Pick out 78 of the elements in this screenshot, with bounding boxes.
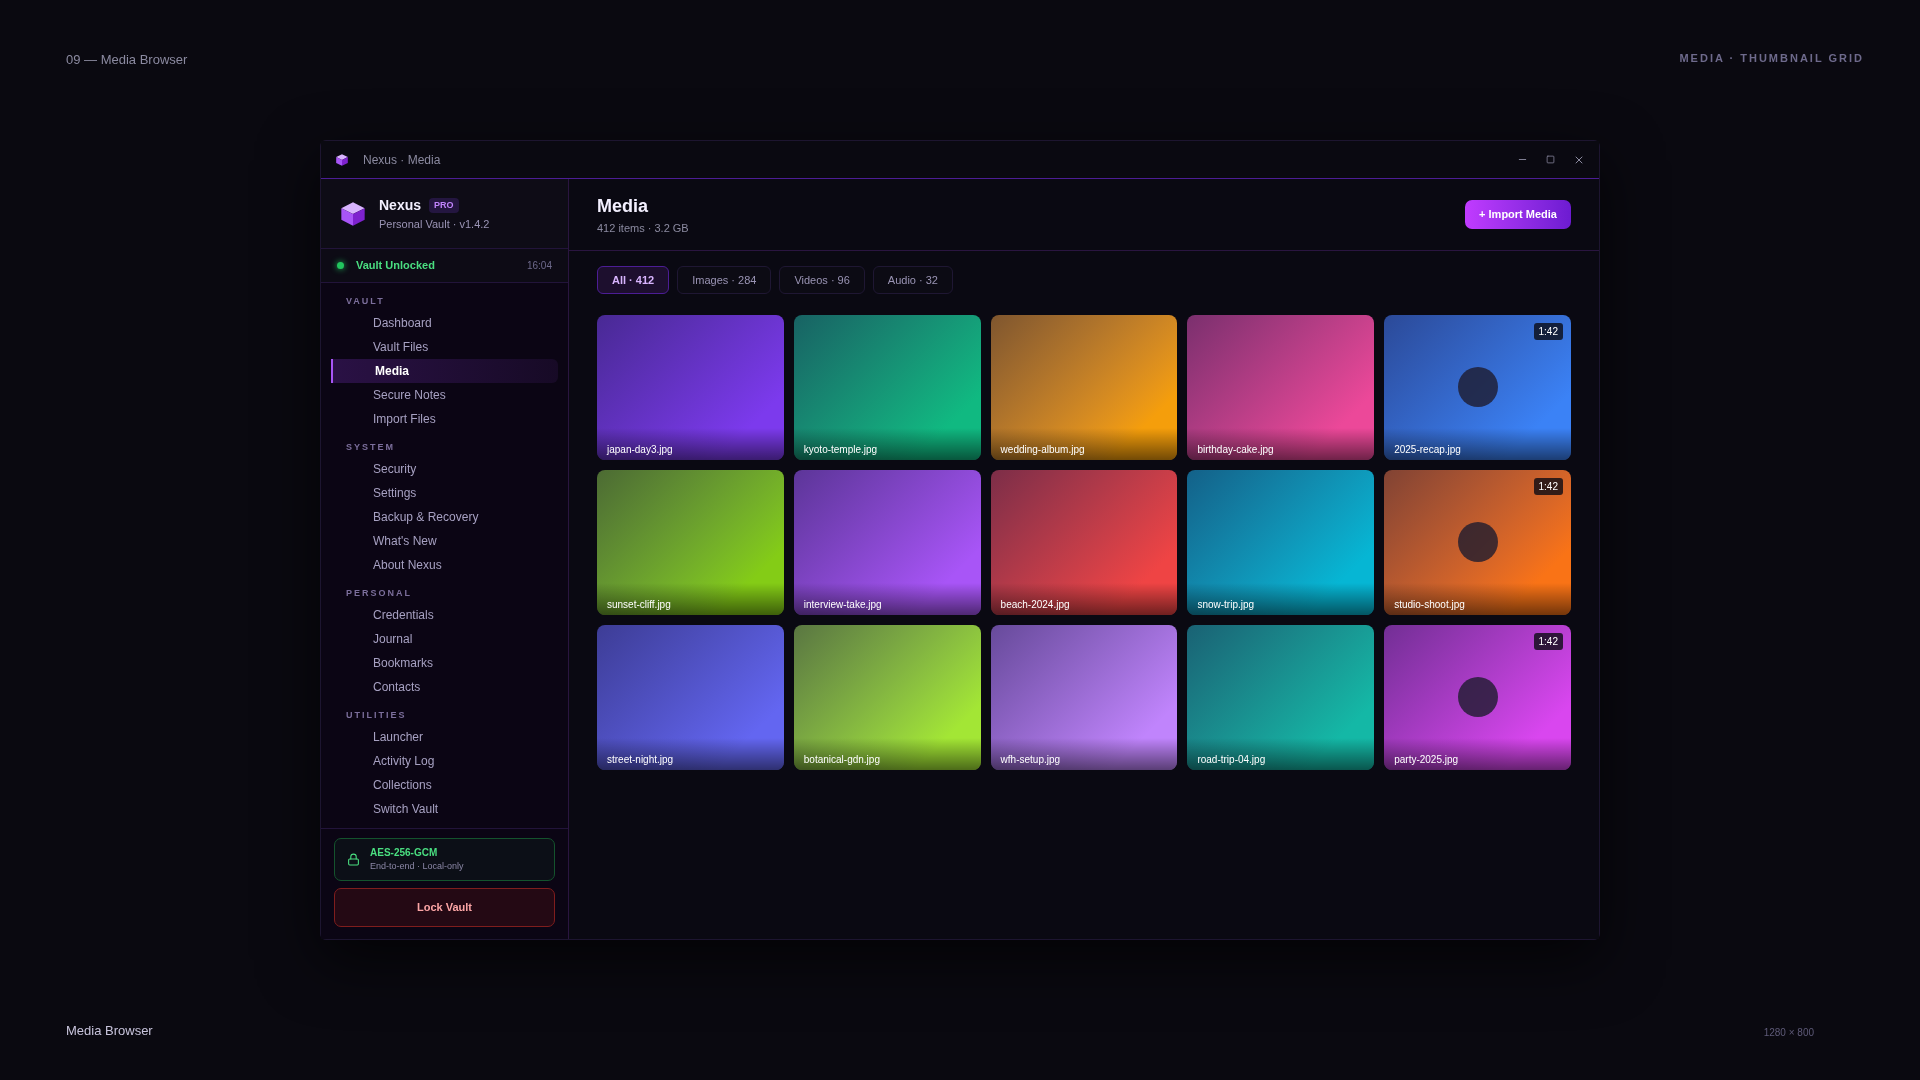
filter-tab[interactable]: Images · 284: [677, 266, 772, 294]
file-name: botanical-gdn.jpg: [803, 753, 880, 767]
nav-item[interactable]: About Nexus: [331, 553, 558, 577]
import-button[interactable]: + Import Media: [1465, 200, 1571, 229]
media-thumbnail[interactable]: road-trip-04.jpg: [1187, 625, 1375, 770]
nav-item[interactable]: Backup & Recovery: [331, 505, 558, 529]
encryption-subtitle: End-to-end · Local-only: [370, 860, 464, 874]
file-name: 2025-recap.jpg: [1394, 443, 1461, 457]
media-thumbnail[interactable]: snow-trip.jpg: [1187, 470, 1375, 615]
file-name: wfh-setup.jpg: [1000, 753, 1061, 767]
nav-item[interactable]: Collections: [331, 773, 558, 797]
media-thumbnail[interactable]: japan-day3.jpg: [597, 315, 784, 460]
media-thumbnail[interactable]: wedding-album.jpg: [990, 315, 1178, 460]
nav-item[interactable]: Media: [331, 359, 558, 383]
file-name: sunset-cliff.jpg: [607, 598, 671, 612]
file-name: japan-day3.jpg: [607, 443, 673, 457]
section-heading: SYSTEM: [346, 441, 395, 455]
filter-tab[interactable]: All · 412: [597, 266, 670, 294]
screen-size: 1280 × 800: [1763, 1026, 1814, 1040]
file-name: road-trip-04.jpg: [1197, 753, 1266, 767]
duration-badge: 1:42: [1533, 633, 1563, 650]
file-name: street-night.jpg: [607, 753, 674, 767]
window-title: Nexus · Media: [363, 151, 441, 169]
file-name: wedding-album.jpg: [1000, 443, 1085, 457]
file-name: kyoto-temple.jpg: [803, 443, 878, 457]
nav-item[interactable]: Settings: [331, 481, 558, 505]
duration-badge: 1:42: [1533, 323, 1563, 340]
page-caption: 09 — Media Browser: [66, 51, 188, 69]
nav-item[interactable]: Import Files: [331, 407, 558, 431]
nav-item[interactable]: Secure Notes: [331, 383, 558, 407]
file-name: birthday-cake.jpg: [1197, 443, 1274, 457]
media-thumbnail[interactable]: beach-2024.jpg: [990, 470, 1178, 615]
file-name: party-2025.jpg: [1394, 753, 1459, 767]
brand-name: Nexus: [379, 195, 422, 215]
nav-item[interactable]: Launcher: [331, 725, 558, 749]
lock-vault-button[interactable]: Lock Vault: [334, 888, 555, 927]
plan-badge: PRO: [429, 197, 459, 213]
file-name: interview-take.jpg: [803, 598, 882, 612]
nav-item[interactable]: Activity Log: [331, 749, 558, 773]
file-name: beach-2024.jpg: [1000, 598, 1070, 612]
section-heading: PERSONAL: [346, 587, 412, 601]
media-thumbnail[interactable]: 1:42 studio-shoot.jpg: [1384, 470, 1571, 615]
page-title: Media: [597, 194, 649, 218]
media-thumbnail[interactable]: sunset-cliff.jpg: [597, 470, 784, 615]
nav-item[interactable]: Contacts: [331, 675, 558, 699]
lock-icon: [347, 853, 360, 866]
brand-subtitle: Personal Vault · v1.4.2: [379, 216, 490, 232]
page-subtitle: 412 items · 3.2 GB: [597, 220, 689, 236]
nav-item[interactable]: Vault Files: [331, 335, 558, 359]
nav-item[interactable]: Security: [331, 457, 558, 481]
status-time: 16:04: [526, 259, 552, 273]
media-thumbnail[interactable]: 1:42 party-2025.jpg: [1384, 625, 1571, 770]
encryption-title: AES-256-GCM: [370, 846, 439, 861]
section-heading: UTILITIES: [346, 709, 407, 723]
nav-item[interactable]: Journal: [331, 627, 558, 651]
cube-logo-icon: [335, 152, 349, 167]
media-thumbnail[interactable]: 1:42 2025-recap.jpg: [1384, 315, 1571, 460]
maximize-icon[interactable]: [1546, 155, 1555, 164]
media-thumbnail[interactable]: kyoto-temple.jpg: [793, 315, 981, 460]
media-thumbnail[interactable]: birthday-cake.jpg: [1187, 315, 1375, 460]
nav-item[interactable]: Credentials: [331, 603, 558, 627]
nav-item[interactable]: Bookmarks: [331, 651, 558, 675]
media-thumbnail[interactable]: wfh-setup.jpg: [990, 625, 1178, 770]
filter-tab[interactable]: Audio · 32: [872, 266, 953, 294]
file-name: studio-shoot.jpg: [1394, 598, 1465, 612]
nav-item[interactable]: What's New: [331, 529, 558, 553]
media-thumbnail[interactable]: botanical-gdn.jpg: [793, 625, 981, 770]
footer-title: Media Browser: [66, 1021, 153, 1040]
file-name: snow-trip.jpg: [1197, 598, 1255, 612]
page-tag: MEDIA · THUMBNAIL GRID: [1679, 50, 1864, 67]
status-label: Vault Unlocked: [356, 258, 435, 274]
media-thumbnail[interactable]: interview-take.jpg: [793, 470, 981, 615]
media-thumbnail[interactable]: street-night.jpg: [597, 625, 784, 770]
nav-item[interactable]: Switch Vault: [331, 797, 558, 821]
section-heading: VAULT: [346, 295, 385, 309]
duration-badge: 1:42: [1533, 478, 1563, 495]
filter-tab[interactable]: Videos · 96: [779, 266, 865, 294]
nav-item[interactable]: Dashboard: [331, 311, 558, 335]
